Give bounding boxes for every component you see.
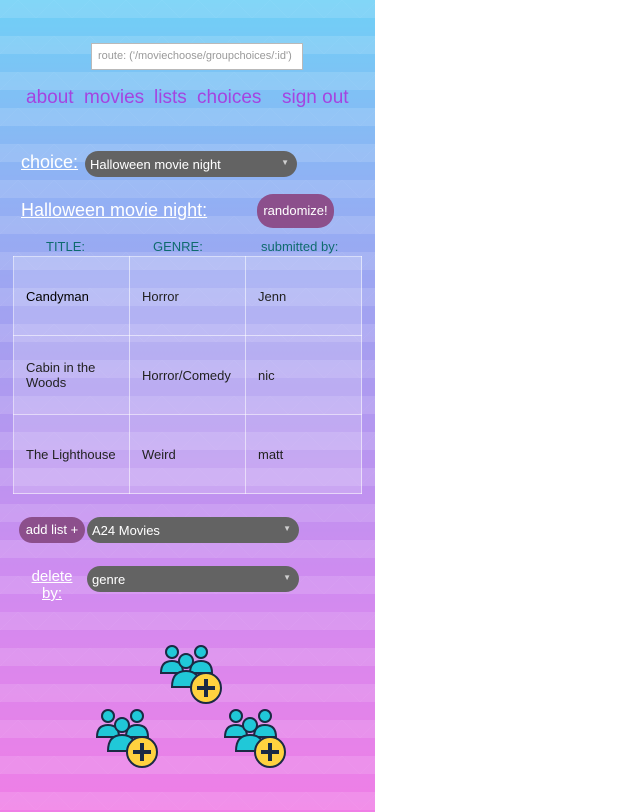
chevron-down-icon: ▼ bbox=[283, 573, 291, 582]
choice-select[interactable]: Halloween movie night ▼ bbox=[85, 151, 297, 177]
nav-choices-link[interactable]: choices bbox=[197, 87, 261, 109]
choice-label[interactable]: choice: bbox=[21, 152, 78, 173]
header-submitted-by: submitted by: bbox=[261, 239, 339, 254]
header-genre: GENRE: bbox=[153, 239, 203, 254]
table-row[interactable]: The Lighthouse Weird matt bbox=[13, 414, 362, 494]
table-row[interactable]: Cabin in the Woods Horror/Comedy nic bbox=[13, 335, 362, 415]
list-title: Halloween movie night: bbox=[21, 200, 208, 220]
cell-genre: Weird bbox=[129, 414, 246, 494]
add-group-icon[interactable] bbox=[158, 643, 224, 707]
cell-genre: Horror bbox=[129, 256, 246, 336]
add-group-icon[interactable] bbox=[222, 707, 288, 771]
nav-about-link[interactable]: about bbox=[26, 87, 74, 109]
list-select-value: A24 Movies bbox=[92, 523, 160, 538]
cell-title: Candyman bbox=[13, 256, 130, 336]
cell-title: Cabin in the Woods bbox=[13, 335, 130, 415]
chevron-down-icon: ▼ bbox=[281, 158, 289, 167]
table-row[interactable]: Candyman Horror Jenn bbox=[13, 256, 362, 336]
randomize-button[interactable]: randomize! bbox=[257, 194, 334, 228]
cell-submitted-by: Jenn bbox=[245, 256, 362, 336]
choice-select-value: Halloween movie night bbox=[90, 157, 221, 172]
chevron-down-icon: ▼ bbox=[283, 524, 291, 533]
header-title: TITLE: bbox=[46, 239, 86, 254]
route-input[interactable]: route: ('/moviechoose/groupchoices/:id') bbox=[91, 43, 303, 70]
delete-by-select-value: genre bbox=[92, 572, 126, 587]
cell-submitted-by: matt bbox=[245, 414, 362, 494]
cell-title: The Lighthouse bbox=[13, 414, 130, 494]
cell-submitted-by: nic bbox=[245, 335, 362, 415]
nav-lists-link[interactable]: lists bbox=[154, 87, 187, 109]
list-select[interactable]: A24 Movies ▼ bbox=[87, 517, 299, 543]
movie-table: Candyman Horror Jenn Cabin in the Woods … bbox=[13, 256, 362, 494]
app-panel: route: ('/moviechoose/groupchoices/:id')… bbox=[0, 0, 375, 812]
delete-by-select[interactable]: genre ▼ bbox=[87, 566, 299, 592]
add-list-button[interactable]: add list + bbox=[19, 517, 85, 543]
delete-label-line1: delete bbox=[31, 568, 73, 585]
add-group-icon[interactable] bbox=[94, 707, 160, 771]
cell-genre: Horror/Comedy bbox=[129, 335, 246, 415]
nav-signout-link[interactable]: sign out bbox=[282, 87, 349, 109]
delete-by-label[interactable]: delete by: bbox=[31, 568, 73, 602]
delete-label-line2: by: bbox=[41, 585, 62, 602]
nav-movies-link[interactable]: movies bbox=[84, 87, 144, 109]
